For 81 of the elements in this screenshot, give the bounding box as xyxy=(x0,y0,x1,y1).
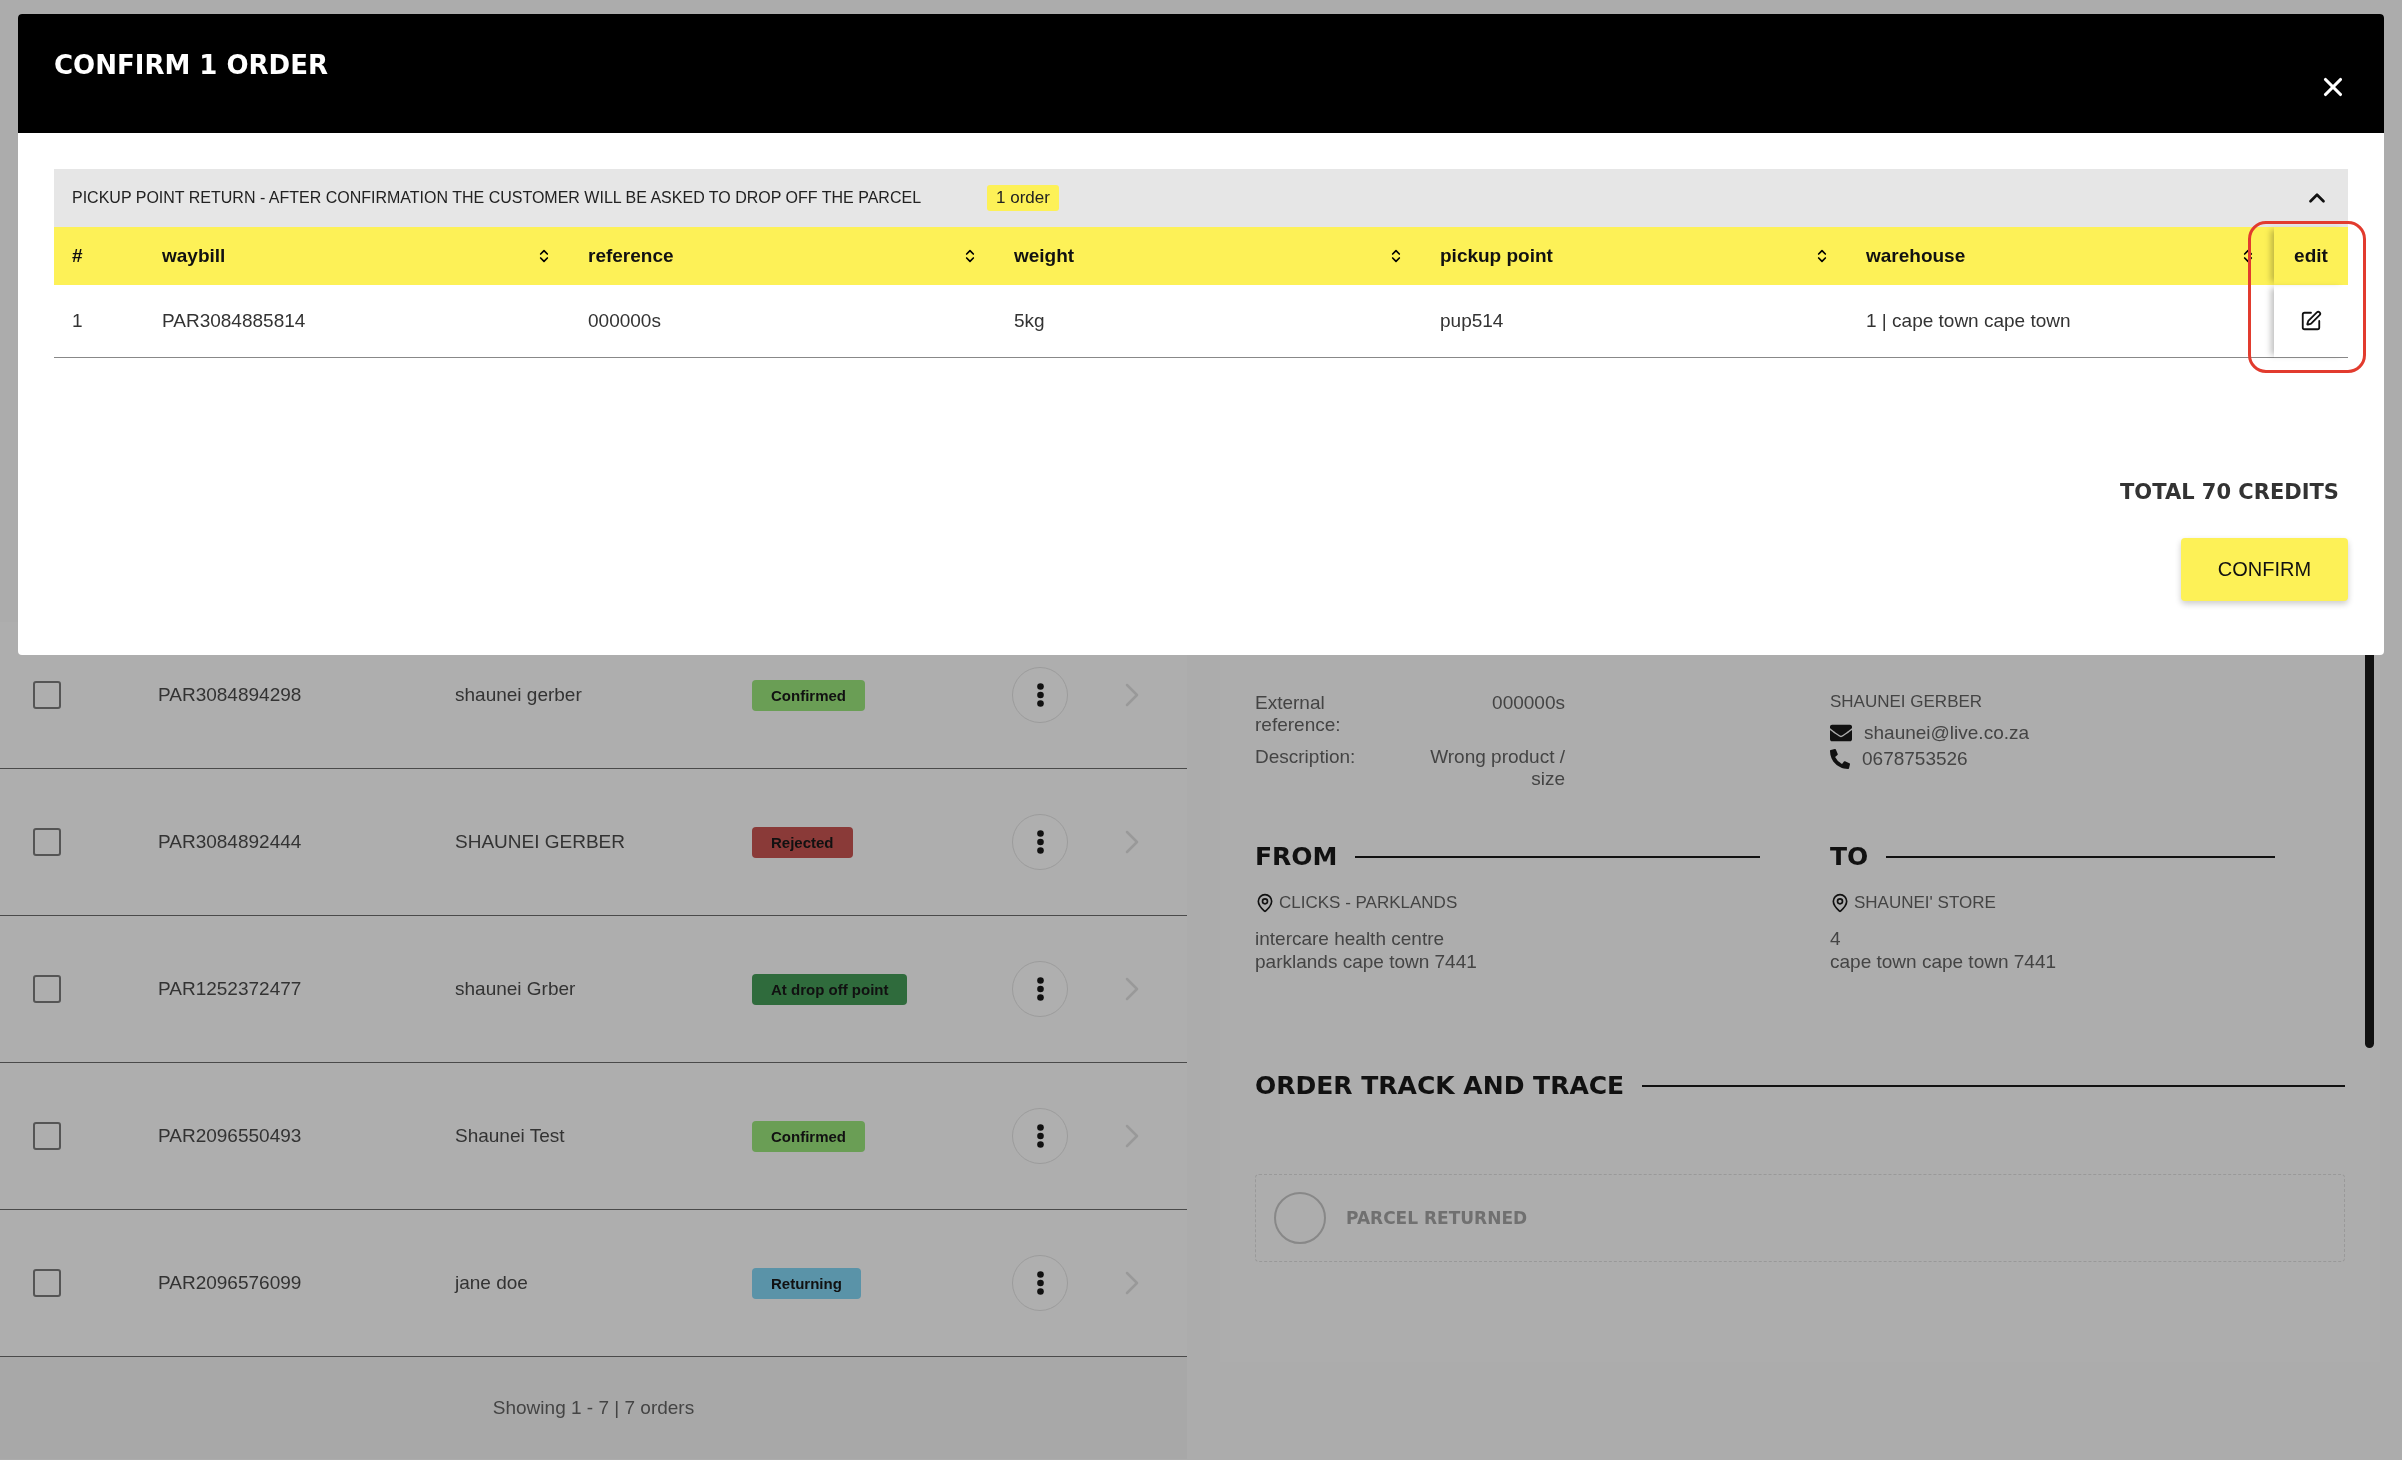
checkbox[interactable] xyxy=(33,828,61,856)
detail-label: External reference: xyxy=(1255,692,1342,736)
customer-name: SHAUNEI GERBER xyxy=(455,831,626,853)
column-title: edit xyxy=(2294,245,2328,267)
status-badge: Confirmed xyxy=(752,679,865,711)
checkbox[interactable] xyxy=(33,1122,61,1150)
column-header[interactable]: reference xyxy=(570,227,996,285)
more-vertical-icon xyxy=(1036,1271,1044,1295)
column-header[interactable]: pickup point xyxy=(1422,227,1848,285)
table-cell: 000000s xyxy=(588,310,661,332)
email-text: shaunei@live.co.za xyxy=(1864,722,2030,744)
section-heading: ORDER TRACK AND TRACE xyxy=(1255,1071,1625,1100)
location-pin-icon xyxy=(1830,893,1850,913)
step-label: PARCEL RETURNED xyxy=(1346,1208,1528,1228)
status-badge: At drop off point xyxy=(752,973,908,1005)
waybill-text: PAR1252372477 xyxy=(158,978,303,1000)
customer-name: SHAUNEI GERBER xyxy=(1830,692,1984,712)
address-line: 4 xyxy=(1830,927,1842,950)
phone-icon xyxy=(1830,749,1850,769)
address-line: intercare health centre xyxy=(1255,927,1446,950)
checkbox[interactable] xyxy=(33,681,61,709)
column-title: # xyxy=(72,245,83,267)
more-vertical-icon xyxy=(1036,683,1044,707)
detail-label: Description: xyxy=(1255,746,1357,769)
checkbox[interactable] xyxy=(33,1269,61,1297)
column-title: reference xyxy=(588,245,674,267)
order-row[interactable]: PAR1252372477 shaunei Grber At drop off point xyxy=(0,916,1187,1063)
section-heading: FROM xyxy=(1255,842,1338,871)
customer-name: Shaunei Test xyxy=(455,1125,566,1147)
order-row[interactable]: PAR2096550493 Shaunei Test Confirmed xyxy=(0,1063,1187,1210)
table-cell: pup514 xyxy=(1440,310,1504,332)
order-count-badge: 1 order xyxy=(987,185,1059,211)
waybill-text: PAR2096576099 xyxy=(158,1272,303,1294)
place-name: CLICKS - PARKLANDS xyxy=(1279,893,1458,913)
column-header[interactable]: waybill xyxy=(144,227,570,285)
section-heading: TO xyxy=(1830,842,1869,871)
total-credits: TOTAL 70 CREDITS xyxy=(2120,480,2339,504)
more-vertical-icon xyxy=(1036,977,1044,1001)
dialog-title: CONFIRM 1 ORDER xyxy=(54,50,328,80)
step-circle-icon xyxy=(1274,1192,1326,1244)
edit-button[interactable] xyxy=(2300,310,2322,332)
table-cell: 1 | cape town cape town xyxy=(1866,310,2071,332)
order-row[interactable]: PAR3084892444 SHAUNEI GERBER Rejected xyxy=(0,769,1187,916)
checkbox[interactable] xyxy=(33,975,61,1003)
more-vertical-icon xyxy=(1036,830,1044,854)
status-badge: Returning xyxy=(752,1267,861,1299)
group-title: PICKUP POINT RETURN - AFTER CONFIRMATION THE CUSTOMER WILL BE ASKED TO DROP OFF THE PARCEL xyxy=(72,189,922,207)
place-name: SHAUNEI' STORE xyxy=(1854,893,1996,913)
waybill-text: PAR3084892444 xyxy=(158,831,303,853)
phone-text: 0678753526 xyxy=(1862,748,1968,770)
mail-icon xyxy=(1830,722,1852,744)
more-button[interactable] xyxy=(1012,961,1068,1017)
more-button[interactable] xyxy=(1012,1108,1068,1164)
table-cell: PAR3084885814 xyxy=(162,310,306,332)
column-header[interactable]: weight xyxy=(996,227,1422,285)
column-title: pickup point xyxy=(1440,245,1553,267)
table-cell: 5kg xyxy=(1014,310,1045,332)
more-button[interactable] xyxy=(1012,1255,1068,1311)
table-cell: 1 xyxy=(72,310,83,332)
customer-name: jane doe xyxy=(455,1272,529,1294)
detail-value: Wrong product / size xyxy=(1429,746,1565,790)
more-vertical-icon xyxy=(1036,1124,1044,1148)
column-header[interactable]: warehouse xyxy=(1848,227,2274,285)
column-title: waybill xyxy=(162,245,226,267)
more-button[interactable] xyxy=(1012,667,1068,723)
status-badge: Rejected xyxy=(752,826,853,858)
customer-name: shaunei Grber xyxy=(455,978,577,1000)
location-pin-icon xyxy=(1255,893,1275,913)
pagination-text: Showing 1 - 7 | 7 orders xyxy=(492,1397,695,1419)
column-title: warehouse xyxy=(1866,245,1966,267)
group-header[interactable]: PICKUP POINT RETURN - AFTER CONFIRMATION THE CUSTOMER WILL BE ASKED TO DROP OFF THE PARCEL 1 order xyxy=(54,169,2348,227)
address-line: parklands cape town 7441 xyxy=(1255,950,1478,973)
column-title: weight xyxy=(1014,245,1075,267)
status-badge: Confirmed xyxy=(752,1120,865,1152)
customer-name: shaunei gerber xyxy=(455,684,583,706)
waybill-text: PAR3084894298 xyxy=(158,684,303,706)
address-line: cape town cape town 7441 xyxy=(1830,950,2058,973)
confirm-button[interactable]: CONFIRM xyxy=(2181,538,2348,601)
detail-value: 000000s xyxy=(1491,692,1565,715)
waybill-text: PAR2096550493 xyxy=(158,1125,303,1147)
more-button[interactable] xyxy=(1012,814,1068,870)
